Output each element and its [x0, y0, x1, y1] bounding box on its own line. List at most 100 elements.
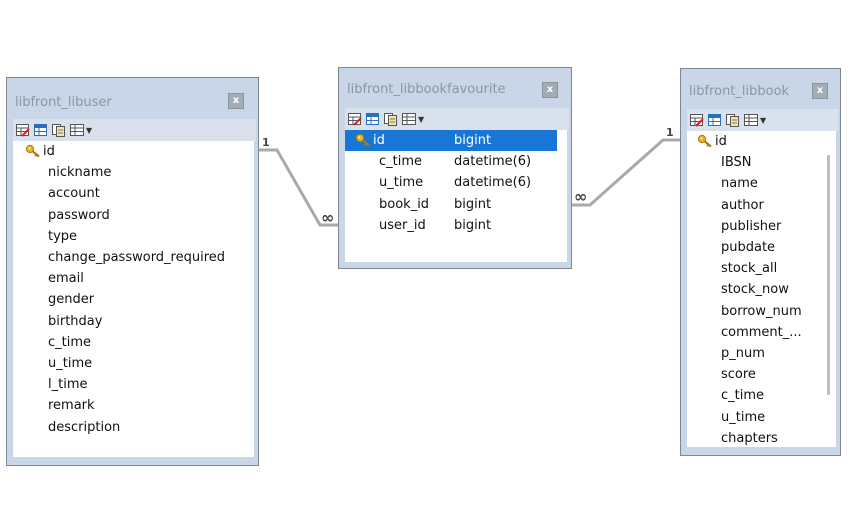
field-name: u_time — [721, 409, 766, 425]
table-title: libfront_libbookfavourite — [347, 82, 506, 97]
field-row[interactable]: u_time — [687, 407, 836, 428]
field-row[interactable]: book_id bigint — [345, 194, 567, 215]
field-name: description — [48, 419, 121, 435]
field-type: bigint — [454, 217, 492, 233]
field-row[interactable]: u_time datetime(6) — [345, 172, 567, 193]
field-name: borrow_num — [721, 303, 802, 319]
field-row[interactable]: account — [13, 183, 254, 204]
dropdown-icon[interactable]: ▼ — [86, 126, 92, 135]
field-name: c_time — [379, 154, 423, 170]
grid-view-icon[interactable] — [69, 122, 85, 138]
dropdown-icon[interactable]: ▼ — [760, 116, 766, 125]
relation-one-label-user: 1 — [262, 136, 270, 149]
table-libbook[interactable]: libfront_libbook x ▼ id IBSN name author pub… — [680, 68, 841, 456]
copy-icon[interactable] — [51, 122, 67, 138]
copy-icon[interactable] — [725, 112, 741, 128]
field-name: change_password_required — [48, 250, 226, 265]
field-row[interactable]: score — [687, 364, 836, 385]
dropdown-icon[interactable]: ▼ — [418, 115, 424, 124]
field-type: datetime(6) — [454, 175, 532, 191]
field-row[interactable]: birthday — [13, 311, 254, 332]
field-row[interactable]: IBSN — [687, 152, 836, 173]
grid-view-icon[interactable] — [743, 112, 759, 128]
field-name: user_id — [379, 217, 426, 233]
table-title: libfront_libbook — [689, 84, 790, 99]
field-name: name — [721, 176, 758, 192]
field-row[interactable]: email — [13, 268, 254, 289]
field-row[interactable]: nickname — [13, 162, 254, 183]
field-list: id bigint c_time datetime(6) u_time datetime(… — [345, 130, 567, 262]
table-title: libfront_libuser — [15, 95, 112, 110]
field-name: pubdate — [721, 240, 776, 255]
grid-view-icon[interactable] — [401, 111, 417, 127]
design-table-icon[interactable] — [689, 112, 705, 128]
field-name: id — [715, 134, 727, 149]
table-data-icon[interactable] — [33, 122, 49, 138]
field-row[interactable]: stock_all — [687, 258, 836, 279]
field-name: chapters — [721, 430, 778, 446]
field-row[interactable]: remark — [13, 395, 254, 416]
field-row[interactable]: password — [13, 205, 254, 226]
table-libuser[interactable]: libfront_libuser x ▼ id nickname account pa… — [6, 77, 259, 466]
field-name: id — [373, 133, 385, 148]
field-row[interactable]: author — [687, 195, 836, 216]
field-name: id — [43, 144, 55, 159]
field-row[interactable]: description — [13, 417, 254, 438]
field-row[interactable]: u_time — [13, 353, 254, 374]
field-row[interactable]: c_time datetime(6) — [345, 151, 567, 172]
field-row[interactable]: l_time — [13, 374, 254, 395]
design-table-icon[interactable] — [15, 122, 31, 138]
table-toolbar: ▼ — [345, 108, 569, 130]
field-name: u_time — [48, 356, 93, 371]
field-type: bigint — [454, 133, 492, 148]
field-row[interactable]: name — [687, 173, 836, 194]
close-button[interactable]: x — [228, 93, 244, 109]
table-data-icon[interactable] — [707, 112, 723, 128]
design-table-icon[interactable] — [347, 111, 363, 127]
relation-many-label-book: ∞ — [574, 187, 588, 206]
field-row[interactable]: pubdate — [687, 237, 836, 258]
field-name: account — [48, 186, 100, 202]
field-name: IBSN — [721, 155, 752, 171]
field-name: remark — [48, 398, 95, 414]
field-name: stock_all — [721, 261, 778, 277]
field-name: author — [721, 197, 764, 213]
field-row[interactable]: c_time — [13, 332, 254, 353]
key-icon — [697, 134, 715, 148]
field-row[interactable]: user_id bigint — [345, 215, 567, 236]
field-type: datetime(6) — [454, 154, 532, 170]
field-name: comment_... — [721, 324, 802, 340]
table-libbookfavourite[interactable]: libfront_libbookfavourite x ▼ id bigint c_… — [338, 67, 572, 269]
field-name: password — [48, 207, 110, 223]
field-row[interactable]: p_num — [687, 343, 836, 364]
relation-many-label-user: ∞ — [321, 208, 335, 227]
field-row[interactable]: id — [13, 141, 254, 162]
field-type: bigint — [454, 196, 492, 212]
field-row[interactable]: chapters — [687, 428, 836, 447]
field-name: u_time — [379, 175, 424, 191]
key-icon — [25, 144, 43, 158]
field-row[interactable]: change_password_required — [13, 247, 254, 268]
field-name: gender — [48, 292, 95, 308]
field-row[interactable]: publisher — [687, 216, 836, 237]
field-row[interactable]: id — [687, 131, 836, 152]
table-toolbar: ▼ — [687, 109, 838, 131]
field-list[interactable]: id IBSN name author publisher pubdate stock_al… — [687, 131, 836, 447]
field-row[interactable]: c_time — [687, 385, 836, 406]
field-row[interactable]: stock_now — [687, 279, 836, 300]
field-row[interactable]: gender — [13, 289, 254, 310]
field-name: score — [721, 367, 756, 383]
copy-icon[interactable] — [383, 111, 399, 127]
field-name: email — [48, 271, 84, 287]
table-data-icon[interactable] — [365, 111, 381, 127]
field-row[interactable]: id bigint — [345, 130, 557, 151]
field-row[interactable]: comment_... — [687, 322, 836, 343]
field-row[interactable]: borrow_num — [687, 301, 836, 322]
field-name: p_num — [721, 346, 765, 361]
close-button[interactable]: x — [812, 83, 828, 99]
field-row[interactable]: type — [13, 226, 254, 247]
close-button[interactable]: x — [542, 82, 558, 98]
field-name: type — [48, 228, 78, 244]
relation-one-label-book: 1 — [666, 126, 674, 139]
field-name: l_time — [48, 377, 88, 393]
